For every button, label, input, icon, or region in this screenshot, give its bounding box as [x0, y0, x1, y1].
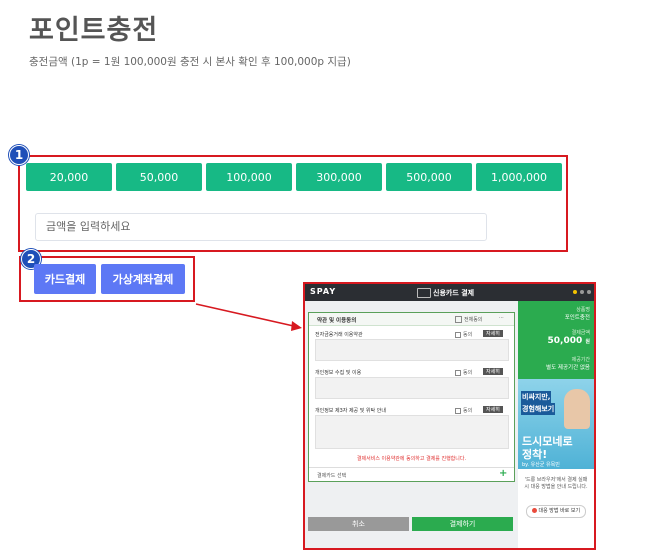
step-marker-1: 1 [9, 145, 29, 165]
amount-button-50000[interactable]: 50,000 [116, 163, 202, 191]
amount-button-100000[interactable]: 100,000 [206, 163, 292, 191]
terms-header: 약관 및 이용동의 [317, 318, 357, 324]
amount-button-1000000[interactable]: 1,000,000 [476, 163, 562, 191]
window-dot-icon [580, 290, 584, 294]
card-payment-button[interactable]: 카드결제 [34, 264, 96, 294]
terms-notice: 결제서비스 이용약관에 동의하고 결제를 진행합니다. [356, 456, 467, 462]
amount-unit: 원 [585, 339, 590, 345]
popup-header: SPAY 신용카드 결제 [305, 284, 594, 301]
term-title: 개인정보 수집 및 이용 [315, 370, 362, 376]
window-dot-icon [573, 290, 577, 294]
period-label: 제공기간 [571, 357, 590, 363]
ad-banner[interactable]: 비싸지만, 경험해보기 드시모네로 정착! by. 유산균 유목민 [518, 379, 594, 469]
order-summary: 상품명 포인트충전 결제금액 50,000 원 제공기간 별도 제공기간 없음 [518, 301, 594, 379]
card-payment-popup: SPAY 신용카드 결제 약관 및 이용동의 전체동의 ··· 전자금융거래 이… [303, 282, 596, 550]
term-detail-button[interactable]: 자세히 [483, 368, 503, 375]
term-title: 개인정보 제3자 제공 및 위탁 안내 [315, 408, 386, 414]
term-text-box [315, 377, 509, 399]
card-icon [417, 288, 431, 298]
virtual-account-button[interactable]: 가상계좌결제 [101, 264, 185, 294]
ad-link-button: 대응 방법 바로 보기 [538, 508, 581, 514]
page-title: 포인트충전 [29, 15, 159, 46]
ad-portrait [564, 389, 590, 429]
agree-all-checkbox[interactable] [455, 316, 462, 323]
merchant-value: 포인트충전 [564, 315, 590, 321]
amount-button-300000[interactable]: 300,000 [296, 163, 382, 191]
amount-button-20000[interactable]: 20,000 [26, 163, 112, 191]
term-text-box [315, 415, 509, 449]
term-checkbox[interactable] [455, 370, 461, 376]
card-select-label: 결제카드 선택 [317, 473, 347, 479]
term-agree-label: 동의 [463, 408, 473, 414]
card-select-row[interactable]: 결제카드 선택 + [309, 467, 514, 482]
plus-icon: + [499, 468, 508, 479]
amount-button-500000[interactable]: 500,000 [386, 163, 472, 191]
ad-by: by. 유산균 유목민 [522, 462, 560, 468]
ad-line-1: 비싸지만, [521, 391, 552, 403]
term-text-box [315, 339, 509, 361]
period-value: 별도 제공기간 없음 [546, 365, 590, 371]
amount-value: 50,000 [547, 336, 583, 346]
popup-cancel-button[interactable]: 취소 [308, 517, 409, 531]
amount-input[interactable]: 금액을 입력하세요 [35, 213, 487, 241]
browser-icon [531, 508, 537, 513]
amount-button-row: 20,000 50,000 100,000 300,000 500,000 1,… [26, 163, 562, 191]
page-subtitle: 충전금액 (1p = 1원 100,000원 충전 시 본사 확인 후 100,… [29, 56, 351, 68]
term-detail-button[interactable]: 자세히 [483, 406, 503, 413]
agree-all-label: 전체동의 [464, 317, 483, 323]
amount-label: 결제금액 [571, 330, 590, 336]
term-agree-label: 동의 [463, 370, 473, 376]
ad-caption: '드롱 브라우저'에서 결제 실패 시 대응 방법을 안내 드립니다. [524, 477, 588, 490]
ad-line-4: 정착! [522, 448, 548, 461]
popup-logo: SPAY [310, 287, 337, 296]
term-checkbox[interactable] [455, 332, 461, 338]
more-icon: ··· [499, 315, 504, 321]
window-dot-icon [587, 290, 591, 294]
term-agree-label: 동의 [463, 332, 473, 338]
popup-title: 신용카드 결제 [433, 289, 475, 297]
term-checkbox[interactable] [455, 408, 461, 414]
term-detail-button[interactable]: 자세히 [483, 330, 503, 337]
ad-line-2: 경험해보기 [521, 403, 556, 415]
popup-pay-button[interactable]: 결제하기 [412, 517, 513, 531]
term-title: 전자금융거래 이용약관 [315, 332, 363, 338]
arrow-connector [195, 303, 302, 331]
ad-caption-box: '드롱 브라우저'에서 결제 실패 시 대응 방법을 안내 드립니다. 대응 방… [518, 469, 594, 548]
terms-panel: 약관 및 이용동의 전체동의 ··· 전자금융거래 이용약관 동의 자세히 개인… [308, 312, 515, 482]
merchant-label: 상품명 [576, 307, 590, 313]
